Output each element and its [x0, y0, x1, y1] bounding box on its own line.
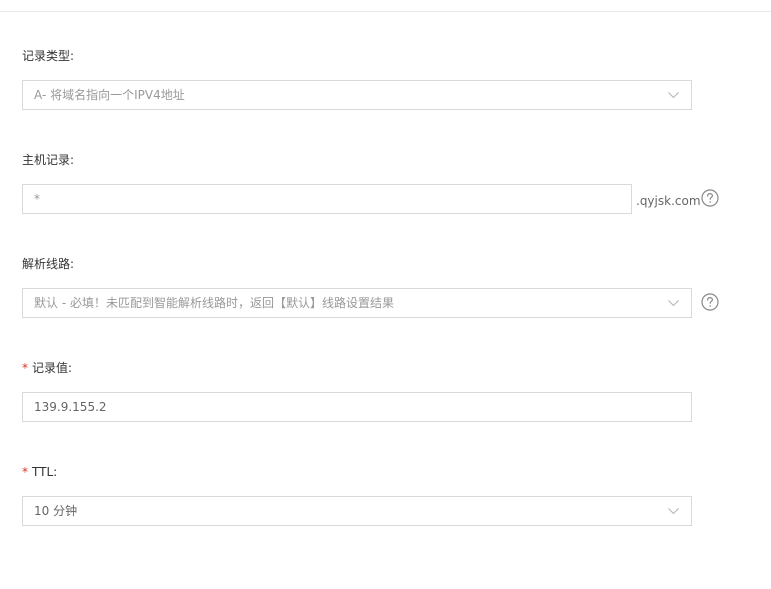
resolve-line-value: 默认 - 必填！未匹配到智能解析线路时，返回【默认】线路设置结果 [34, 296, 394, 310]
resolve-line-select[interactable]: 默认 - 必填！未匹配到智能解析线路时，返回【默认】线路设置结果 [22, 288, 692, 318]
record-value-value: 139.9.155.2 [34, 400, 107, 414]
chevron-down-icon [668, 300, 679, 306]
required-mark: * [22, 465, 28, 479]
question-circle-icon[interactable] [701, 189, 719, 207]
domain-suffix: .qyjsk.com [636, 194, 701, 208]
ttl-select[interactable]: 10 分钟 [22, 496, 692, 526]
record-type-value: A- 将域名指向一个IPV4地址 [34, 88, 185, 102]
resolve-line-label: 解析线路: [22, 257, 75, 271]
record-value-input[interactable]: 139.9.155.2 [22, 392, 692, 422]
record-type-select[interactable]: A- 将域名指向一个IPV4地址 [22, 80, 692, 110]
ttl-label: * TTL: [22, 465, 57, 479]
top-divider [0, 11, 771, 12]
chevron-down-icon [668, 508, 679, 514]
ttl-value: 10 分钟 [34, 504, 78, 518]
host-record-input[interactable]: * [22, 184, 632, 214]
record-type-label: 记录类型: [22, 49, 75, 63]
question-circle-icon[interactable] [701, 293, 719, 311]
chevron-down-icon [668, 92, 679, 98]
record-value-label-text: 记录值: [32, 361, 73, 375]
host-record-label: 主机记录: [22, 153, 75, 167]
record-value-label: * 记录值: [22, 361, 72, 375]
ttl-label-text: TTL: [32, 465, 58, 479]
required-mark: * [22, 361, 28, 375]
host-record-value: * [34, 192, 40, 206]
